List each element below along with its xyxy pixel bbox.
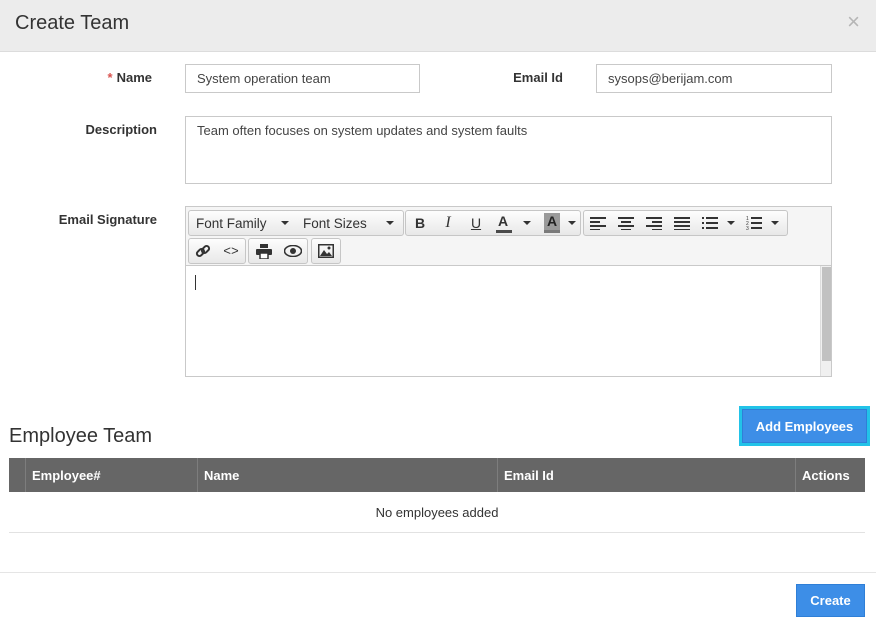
table-header-employee-number: Employee# bbox=[26, 458, 198, 492]
align-left-icon[interactable] bbox=[584, 211, 612, 235]
chevron-down-icon bbox=[568, 221, 576, 225]
font-family-select[interactable]: Font Family bbox=[189, 211, 296, 235]
chevron-down-icon bbox=[771, 221, 779, 225]
preview-icon[interactable] bbox=[278, 239, 307, 263]
scrollbar-thumb[interactable] bbox=[822, 267, 831, 361]
image-toolbar-group bbox=[311, 238, 341, 264]
create-team-modal: Create Team × * Name System operation tea… bbox=[0, 0, 876, 628]
align-center-icon[interactable] bbox=[612, 211, 640, 235]
editor-scrollbar[interactable] bbox=[820, 266, 831, 376]
view-toolbar-group bbox=[248, 238, 308, 264]
bullet-list-button[interactable] bbox=[696, 211, 740, 235]
email-signature-editor: Font Family Font Sizes B I U A A 1 2 3 <… bbox=[185, 206, 832, 377]
required-mark: * bbox=[107, 70, 113, 85]
background-color-bar bbox=[544, 230, 560, 233]
chevron-down-icon bbox=[727, 221, 735, 225]
employee-team-title: Employee Team bbox=[9, 425, 153, 447]
table-header-select bbox=[9, 458, 26, 492]
description-label: Description bbox=[85, 122, 157, 137]
align-right-icon[interactable] bbox=[640, 211, 668, 235]
table-header-name: Name bbox=[198, 458, 498, 492]
numbered-list-icon: 123 bbox=[746, 216, 762, 231]
font-family-label: Font Family bbox=[196, 215, 267, 231]
name-label: * Name bbox=[100, 70, 152, 85]
text-color-button[interactable]: A bbox=[490, 211, 538, 235]
font-sizes-label: Font Sizes bbox=[303, 215, 367, 231]
print-icon[interactable] bbox=[249, 239, 278, 263]
name-input[interactable]: System operation team bbox=[185, 64, 420, 93]
modal-header: Create Team × bbox=[0, 0, 876, 52]
font-sizes-select[interactable]: Font Sizes bbox=[296, 211, 403, 235]
email-signature-label: Email Signature bbox=[58, 212, 157, 227]
text-color-icon: A bbox=[498, 213, 509, 229]
empty-table-row: No employees added bbox=[9, 492, 865, 533]
add-employees-button[interactable]: Add Employees bbox=[742, 409, 867, 443]
email-label: Email Id bbox=[513, 70, 563, 85]
empty-message: No employees added bbox=[375, 504, 499, 520]
modal-title: Create Team bbox=[15, 12, 130, 34]
font-toolbar-group: Font Family Font Sizes bbox=[188, 210, 404, 236]
text-color-bar bbox=[496, 230, 512, 233]
style-toolbar-group: B I U A A bbox=[405, 210, 581, 236]
align-justify-icon[interactable] bbox=[668, 211, 696, 235]
editor-toolbar: Font Family Font Sizes B I U A A 1 2 3 <… bbox=[186, 207, 831, 266]
chevron-down-icon bbox=[386, 221, 394, 225]
insert-toolbar-group: <> bbox=[188, 238, 246, 264]
employee-table: Employee# Name Email Id Actions No emplo… bbox=[9, 458, 865, 533]
description-textarea[interactable]: Team often focuses on system updates and… bbox=[185, 116, 832, 184]
close-icon[interactable]: × bbox=[847, 10, 860, 34]
footer-divider bbox=[0, 572, 876, 573]
editor-content-area[interactable] bbox=[186, 266, 831, 376]
chevron-down-icon bbox=[523, 221, 531, 225]
chevron-down-icon bbox=[281, 221, 289, 225]
create-button[interactable]: Create bbox=[796, 584, 865, 617]
numbered-list-button[interactable]: 123 bbox=[740, 211, 784, 235]
code-view-icon[interactable]: <> bbox=[217, 239, 245, 263]
bold-icon[interactable]: B bbox=[406, 211, 434, 235]
background-color-button[interactable]: A bbox=[538, 211, 580, 235]
table-header: Employee# Name Email Id Actions bbox=[9, 458, 865, 492]
image-icon[interactable] bbox=[312, 239, 340, 263]
bullet-list-icon bbox=[702, 217, 718, 229]
underline-icon[interactable]: U bbox=[462, 211, 490, 235]
background-color-icon: A bbox=[544, 213, 560, 230]
name-label-text: Name bbox=[116, 70, 152, 85]
svg-text:3: 3 bbox=[746, 226, 749, 231]
email-input[interactable]: sysops@berijam.com bbox=[596, 64, 832, 93]
link-icon[interactable] bbox=[189, 239, 217, 263]
italic-icon[interactable]: I bbox=[434, 211, 462, 235]
table-header-actions: Actions bbox=[802, 467, 850, 483]
paragraph-toolbar-group: 123 bbox=[583, 210, 788, 236]
table-header-email: Email Id bbox=[498, 458, 796, 492]
text-cursor bbox=[195, 275, 196, 290]
